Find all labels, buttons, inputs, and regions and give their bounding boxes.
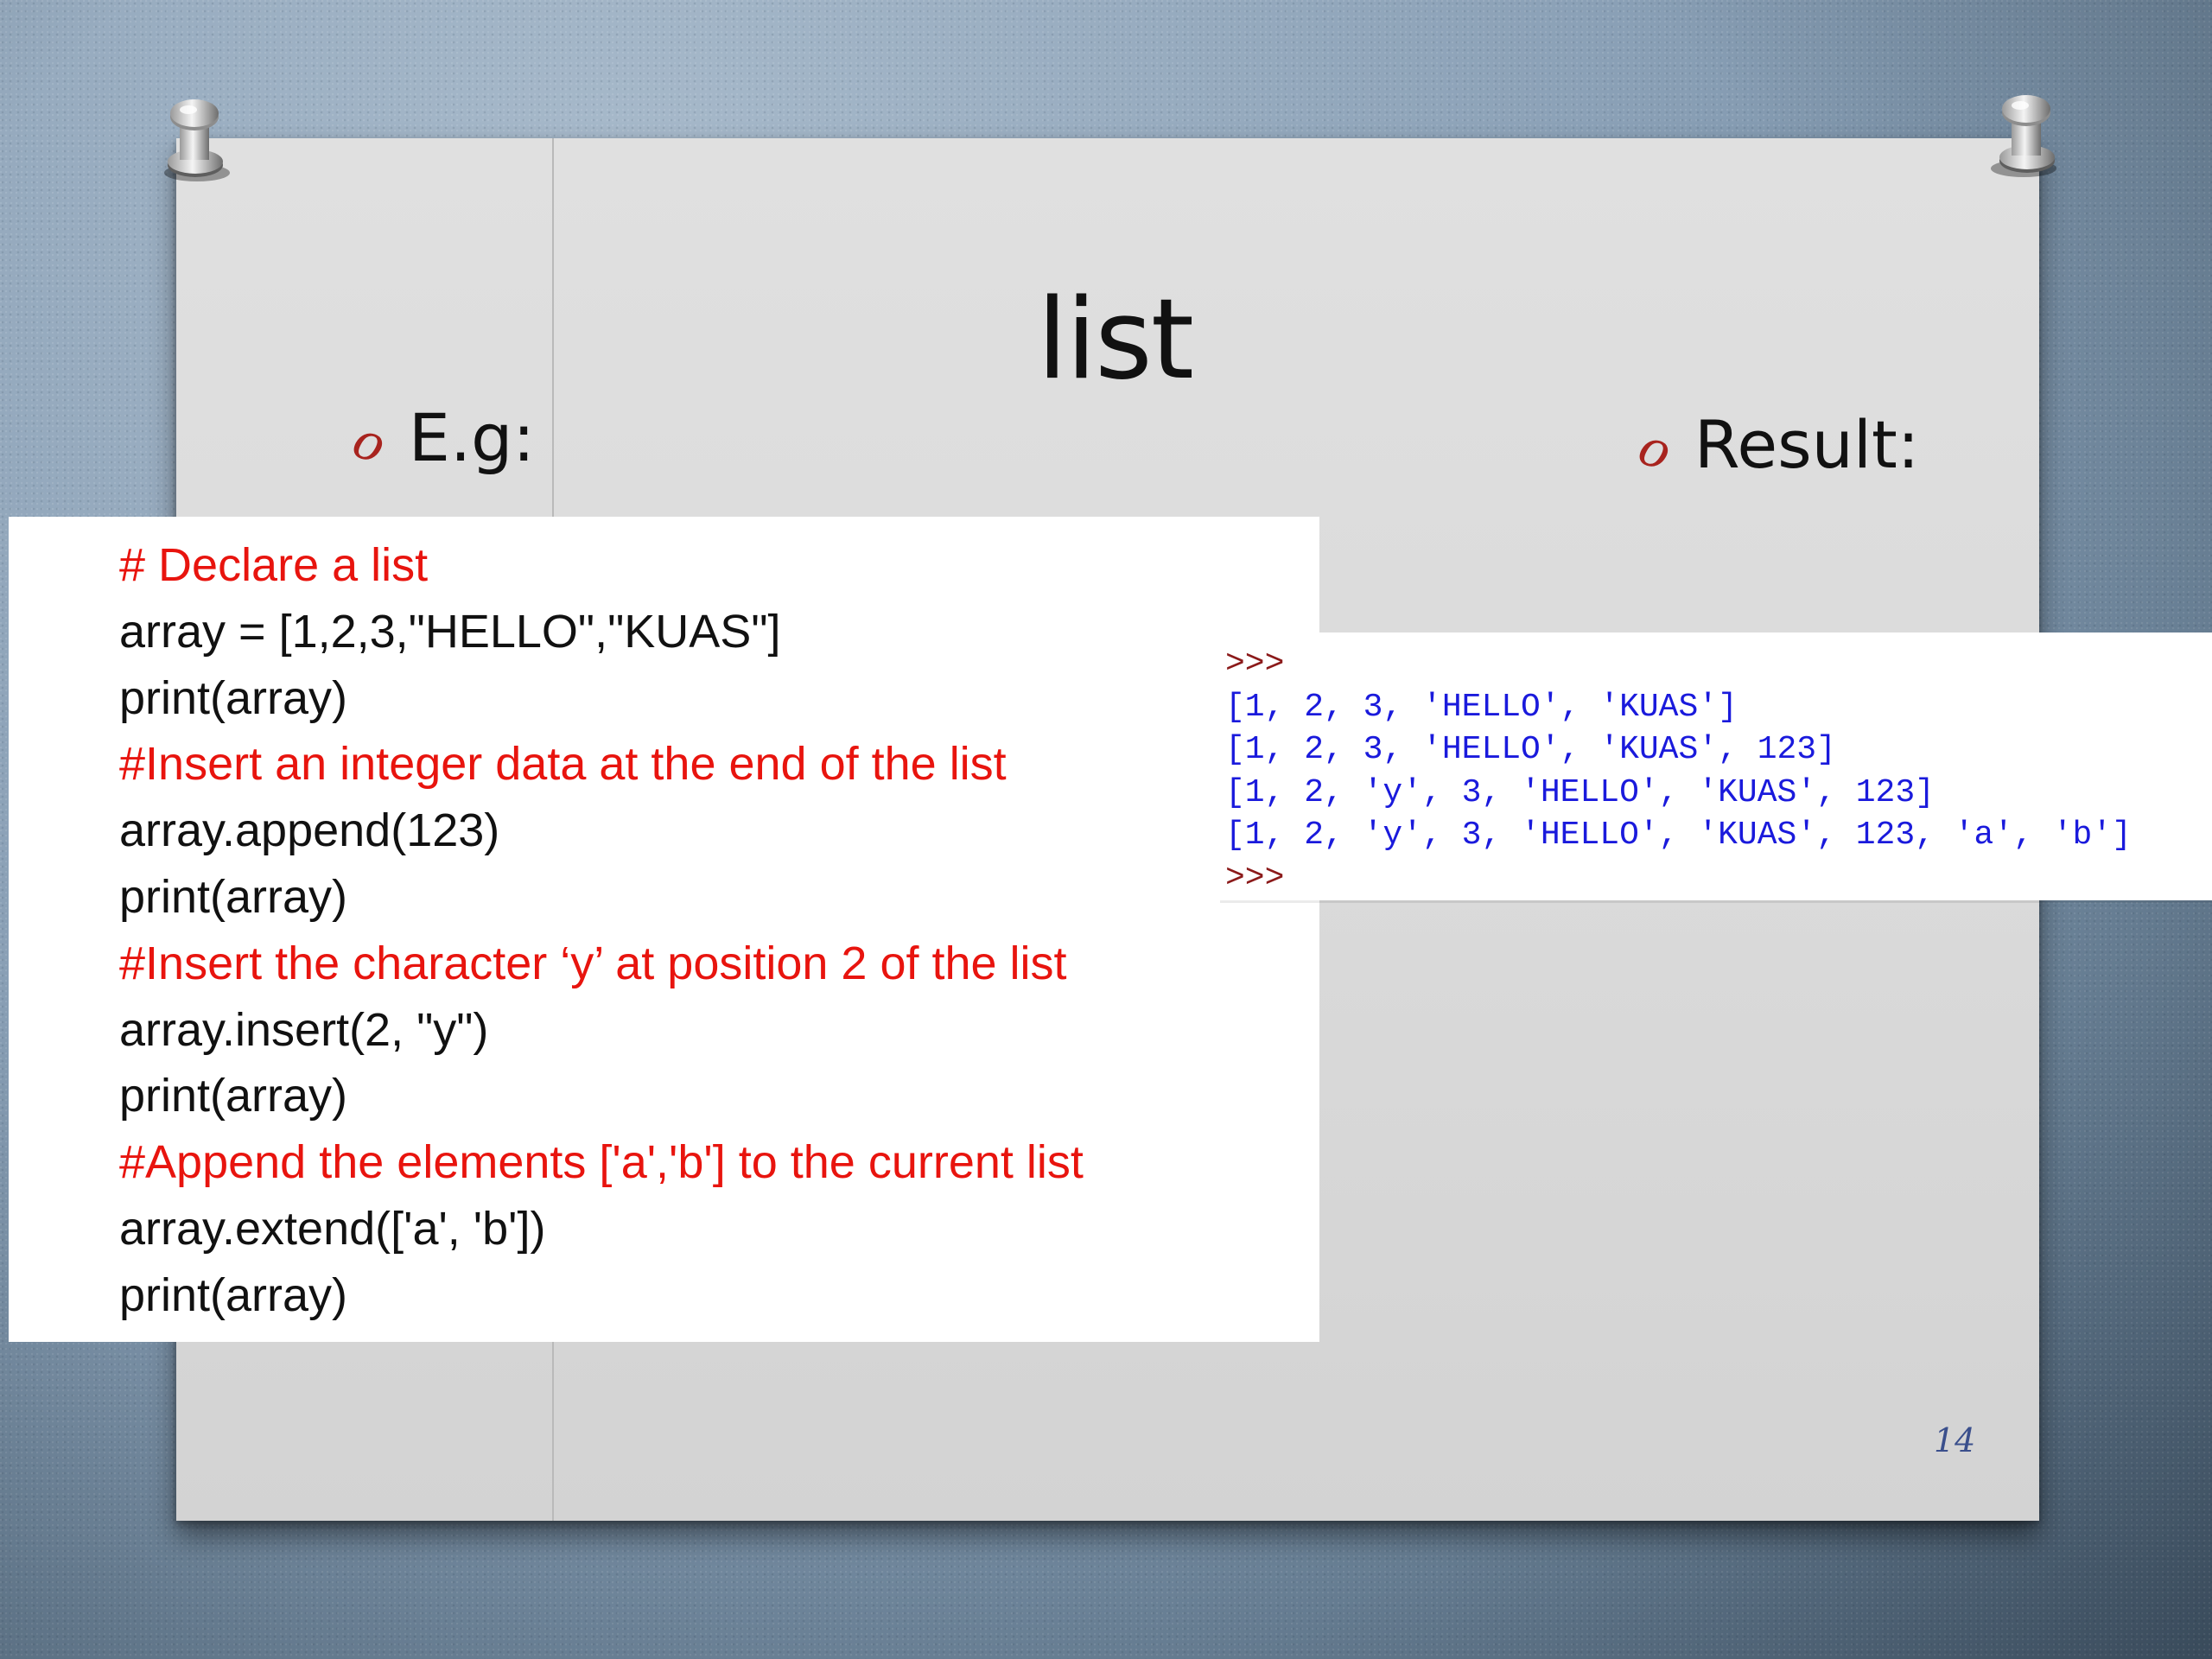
bullet-example: o E.g: (346, 399, 535, 476)
shell-line: [1, 2, 'y', 3, 'HELLO', 'KUAS', 123, 'a'… (1225, 817, 2132, 854)
code-line: # Declare a list (119, 539, 429, 591)
pushpin-icon (164, 99, 230, 181)
bullet-result-label: Result: (1694, 406, 1920, 483)
shell-line: [1, 2, 3, 'HELLO', 'KUAS'] (1225, 688, 1738, 726)
pushpin-icon (1991, 95, 2056, 177)
page-number: 14 (1934, 1421, 1976, 1459)
shell-line: [1, 2, 3, 'HELLO', 'KUAS', 123] (1225, 731, 1836, 768)
code-line: #Append the elements ['a','b'] to the cu… (119, 1136, 1084, 1189)
code-line: array.extend(['a', 'b']) (119, 1202, 546, 1255)
code-line: #Insert the character ‘y’ at position 2 … (119, 937, 1067, 989)
code-line: array.append(123) (119, 804, 500, 857)
bullet-example-label: E.g: (408, 399, 535, 476)
code-line: print(array) (119, 1268, 348, 1321)
shell-line: >>> (1225, 645, 1285, 683)
code-line: array.insert(2, "y") (119, 1003, 489, 1056)
code-line: print(array) (119, 1070, 348, 1122)
code-line: array = [1,2,3,"HELLO","KUAS"] (119, 605, 781, 658)
code-example-box: # Declare a list array = [1,2,3,"HELLO",… (9, 517, 1319, 1342)
shell-line: >>> (1225, 859, 1285, 897)
shell-line: [1, 2, 'y', 3, 'HELLO', 'KUAS', 123] (1225, 773, 1935, 811)
code-line: print(array) (119, 870, 348, 923)
bullet-result: o Result: (1631, 406, 1920, 483)
shell-output-box: >>> [1, 2, 3, 'HELLO', 'KUAS'] [1, 2, 3,… (1220, 632, 2212, 900)
slide-title: list (1037, 276, 1194, 404)
code-line: #Insert an integer data at the end of th… (119, 738, 1007, 791)
code-line: print(array) (119, 671, 348, 724)
